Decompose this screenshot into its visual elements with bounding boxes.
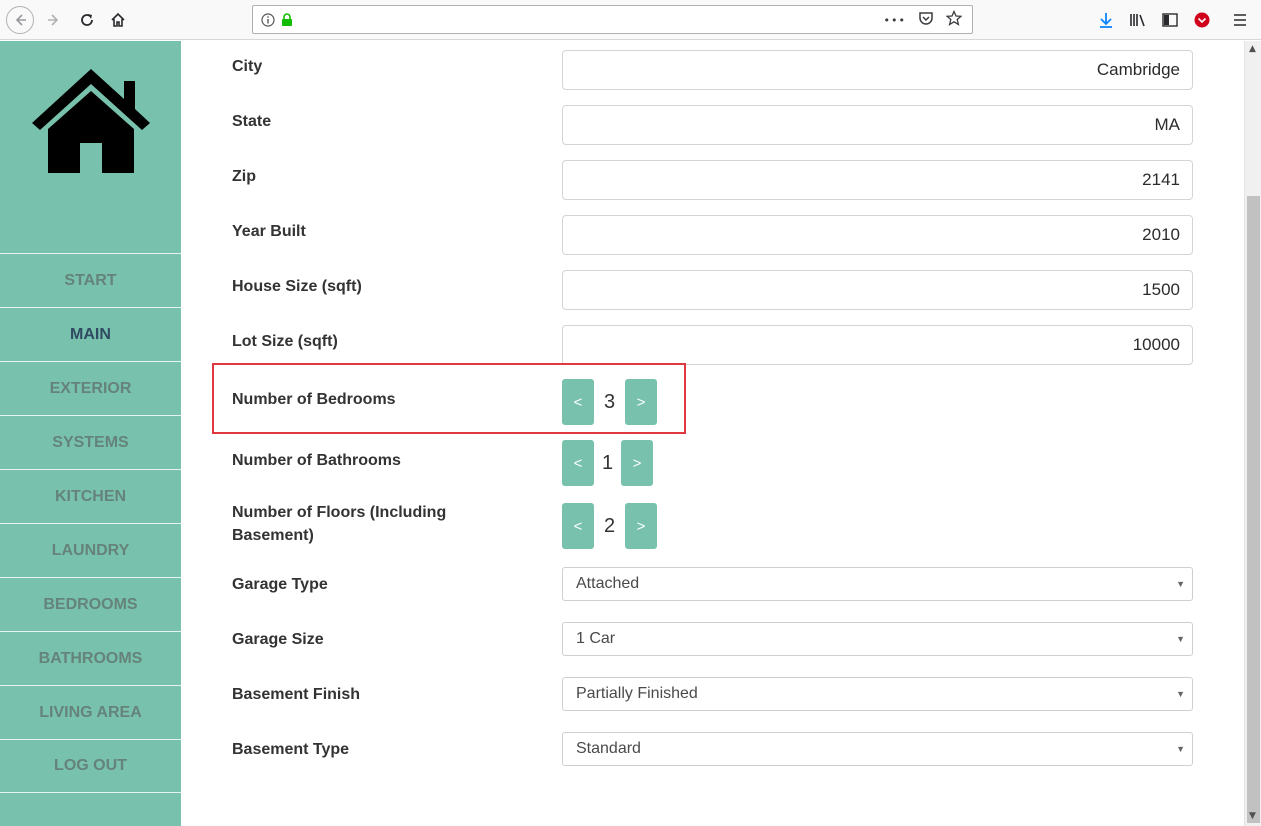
- year-built-label: Year Built: [232, 223, 306, 240]
- bathrooms-label: Number of Bathrooms: [232, 452, 401, 469]
- lock-icon: [281, 12, 293, 31]
- house-size-input[interactable]: 1500: [562, 270, 1193, 310]
- zip-label: Zip: [232, 168, 256, 185]
- state-input[interactable]: MA: [562, 105, 1193, 145]
- city-input[interactable]: Cambridge: [562, 50, 1193, 90]
- sidebar-item-laundry[interactable]: LAUNDRY: [0, 523, 181, 577]
- basement-type-select[interactable]: Standard ▼: [562, 732, 1193, 766]
- basement-finish-label: Basement Finish: [232, 686, 361, 703]
- home-icon[interactable]: [104, 6, 132, 34]
- basement-finish-value: Partially Finished: [576, 685, 698, 702]
- pocket-icon[interactable]: [918, 10, 934, 30]
- floors-label: Number of Floors (Including Basement): [232, 504, 447, 544]
- lot-size-input[interactable]: 10000: [562, 325, 1193, 365]
- floors-increment-button[interactable]: >: [625, 503, 657, 549]
- garage-type-select[interactable]: Attached ▼: [562, 567, 1193, 601]
- reload-icon[interactable]: [73, 6, 101, 34]
- floors-decrement-button[interactable]: <: [562, 503, 594, 549]
- sidebar-nav: START MAIN EXTERIOR SYSTEMS KITCHEN LAUN…: [0, 253, 181, 793]
- star-icon[interactable]: [945, 9, 963, 30]
- bathrooms-decrement-button[interactable]: <: [562, 440, 594, 486]
- bathrooms-stepper: < 1 >: [562, 440, 653, 486]
- forward-icon[interactable]: [40, 6, 68, 34]
- sidebar-item-bathrooms[interactable]: BATHROOMS: [0, 631, 181, 685]
- download-icon[interactable]: [1092, 6, 1120, 34]
- bathrooms-value: 1: [601, 451, 614, 474]
- basement-type-value: Standard: [576, 740, 641, 757]
- bathrooms-increment-button[interactable]: >: [621, 440, 653, 486]
- year-built-input[interactable]: 2010: [562, 215, 1193, 255]
- sidebar-item-start[interactable]: START: [0, 253, 181, 307]
- sidebar-item-bedrooms[interactable]: BEDROOMS: [0, 577, 181, 631]
- sidebar-item-log-out[interactable]: LOG OUT: [0, 739, 181, 793]
- scrollbar-thumb[interactable]: [1247, 196, 1260, 823]
- sidebar: START MAIN EXTERIOR SYSTEMS KITCHEN LAUN…: [0, 41, 181, 826]
- sidebar-icon[interactable]: [1156, 6, 1184, 34]
- basement-type-label: Basement Type: [232, 741, 350, 758]
- library-icon[interactable]: [1124, 6, 1152, 34]
- garage-size-value: 1 Car: [576, 630, 616, 647]
- sidebar-item-living-area[interactable]: LIVING AREA: [0, 685, 181, 739]
- chevron-down-icon: ▼: [1176, 744, 1185, 754]
- garage-type-value: Attached: [576, 575, 640, 592]
- house-logo-icon: [32, 69, 150, 173]
- more-actions-button[interactable]: •••: [884, 14, 906, 27]
- browser-toolbar: •••: [0, 0, 1261, 40]
- city-label: City: [232, 58, 263, 75]
- back-icon[interactable]: [6, 6, 34, 34]
- floors-stepper: < 2 >: [562, 503, 657, 549]
- state-label: State: [232, 113, 272, 130]
- basement-finish-select[interactable]: Partially Finished ▼: [562, 677, 1193, 711]
- sidebar-item-main[interactable]: MAIN: [0, 307, 181, 361]
- garage-size-label: Garage Size: [232, 631, 324, 648]
- sidebar-item-kitchen[interactable]: KITCHEN: [0, 469, 181, 523]
- chevron-down-icon: ▼: [1176, 579, 1185, 589]
- scroll-up-icon[interactable]: ▲: [1249, 44, 1256, 54]
- lot-size-label: Lot Size (sqft): [232, 333, 338, 350]
- vertical-scrollbar[interactable]: ▲ ▼: [1244, 41, 1261, 826]
- garage-size-select[interactable]: 1 Car ▼: [562, 622, 1193, 656]
- pocket-save-icon[interactable]: [1188, 6, 1216, 34]
- sidebar-item-systems[interactable]: SYSTEMS: [0, 415, 181, 469]
- sidebar-item-exterior[interactable]: EXTERIOR: [0, 361, 181, 415]
- info-icon[interactable]: [261, 12, 275, 31]
- bedrooms-highlight-box: [212, 363, 686, 434]
- floors-value: 2: [603, 514, 616, 537]
- chevron-down-icon: ▼: [1176, 689, 1185, 699]
- chevron-down-icon: ▼: [1176, 634, 1185, 644]
- scroll-down-icon[interactable]: ▼: [1249, 811, 1256, 821]
- house-size-label: House Size (sqft): [232, 278, 362, 295]
- garage-type-label: Garage Type: [232, 576, 328, 593]
- menu-icon[interactable]: [1226, 6, 1254, 34]
- zip-input[interactable]: 2141: [562, 160, 1193, 200]
- url-bar[interactable]: •••: [252, 5, 973, 34]
